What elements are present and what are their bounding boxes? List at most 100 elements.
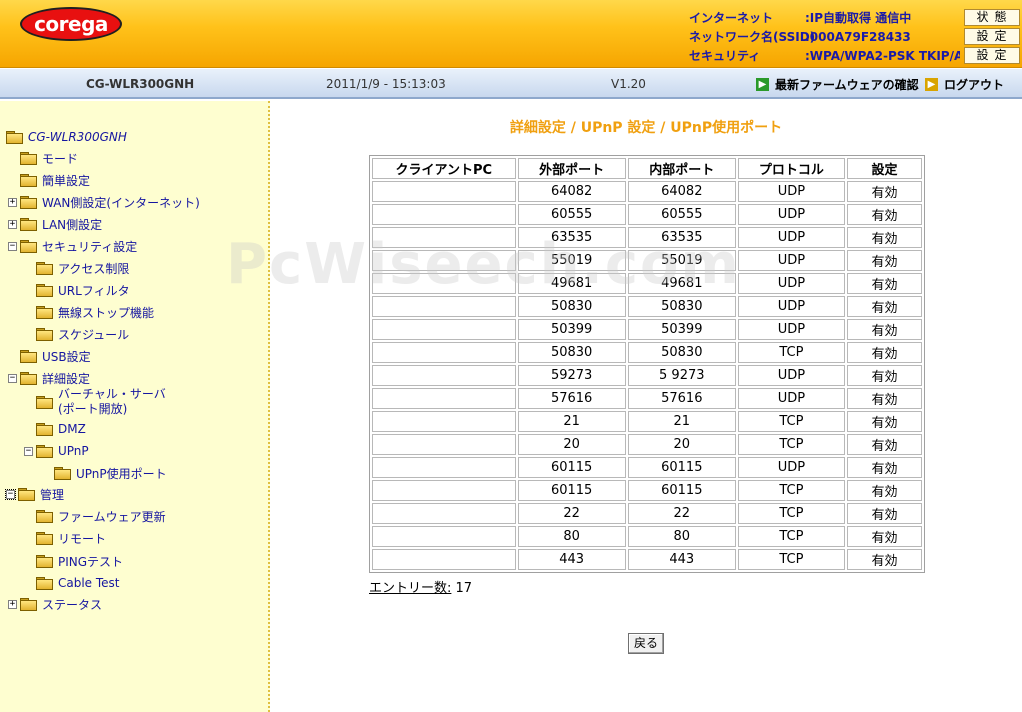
sidebar-item-schedule[interactable]: スケジュール: [36, 325, 129, 343]
sidebar-item-advanced[interactable]: − 詳細設定: [8, 369, 90, 387]
folder-icon: [36, 577, 53, 590]
folder-icon: [36, 262, 53, 275]
cell-protocol: UDP: [737, 227, 845, 248]
cell-setting: 有効: [846, 549, 922, 570]
table-row: 50830 50830 UDP 有効: [372, 296, 922, 317]
folder-icon: [54, 467, 71, 480]
cell-protocol: UDP: [737, 273, 845, 294]
cell-internal-port: 55019: [627, 250, 736, 271]
corega-logo: corega: [20, 7, 122, 41]
cell-external-port: 50399: [517, 319, 626, 340]
table-row: 21 21 TCP 有効: [372, 411, 922, 432]
cell-internal-port: 5 9273: [627, 365, 736, 386]
cell-client-pc: [372, 526, 516, 547]
table-row: 59273 5 9273 UDP 有効: [372, 365, 922, 386]
sidebar-item-wireless-stop[interactable]: 無線ストップ機能: [36, 303, 154, 321]
sidebar-item-easy-setup[interactable]: 簡単設定: [20, 171, 90, 189]
expand-icon[interactable]: +: [8, 599, 17, 609]
folder-open-icon: [36, 445, 53, 458]
security-settings-button[interactable]: 設定: [964, 47, 1020, 64]
internet-status-button[interactable]: 状態: [964, 9, 1020, 26]
cell-external-port: 80: [517, 526, 626, 547]
sidebar-item-usb[interactable]: USB設定: [20, 347, 91, 365]
col-external-port: 外部ポート: [517, 158, 626, 179]
cell-protocol: UDP: [737, 181, 845, 202]
table-row: 60555 60555 UDP 有効: [372, 204, 922, 225]
cell-setting: 有効: [846, 296, 922, 317]
firmware-check-label: 最新ファームウェアの確認: [775, 78, 919, 92]
sidebar-item-firmware-update[interactable]: ファームウェア更新: [36, 507, 166, 525]
collapse-icon[interactable]: −: [8, 373, 17, 383]
cell-client-pc: [372, 434, 516, 455]
sidebar-item-security[interactable]: − セキュリティ設定: [8, 237, 137, 255]
sidebar-item-wan[interactable]: + WAN側設定(インターネット): [8, 193, 200, 211]
sidebar-item-url-filter[interactable]: URLフィルタ: [36, 281, 130, 299]
sidebar-item-virtual-server[interactable]: バーチャル・サーバ (ポート開放): [36, 387, 166, 421]
entry-count: エントリー数: 17: [369, 577, 472, 596]
arrow-right-icon: ▶: [756, 78, 769, 91]
back-button[interactable]: 戻る: [628, 633, 664, 654]
cell-setting: 有効: [846, 181, 922, 202]
cell-client-pc: [372, 549, 516, 570]
table-row: 64082 64082 UDP 有効: [372, 181, 922, 202]
cell-setting: 有効: [846, 411, 922, 432]
sidebar-item-upnp[interactable]: − UPnP: [24, 442, 89, 460]
collapse-icon[interactable]: −: [5, 488, 16, 500]
logo-text: corega: [34, 12, 108, 36]
sidebar-item-remote[interactable]: リモート: [36, 529, 106, 547]
col-internal-port: 内部ポート: [627, 158, 736, 179]
cell-protocol: TCP: [737, 342, 845, 363]
sidebar-item-access-control[interactable]: アクセス制限: [36, 259, 129, 277]
cell-setting: 有効: [846, 526, 922, 547]
cell-external-port: 59273: [517, 365, 626, 386]
sidebar-item-upnp-ports[interactable]: UPnP使用ポート: [54, 464, 167, 482]
page-title: 詳細設定 / UPnP 設定 / UPnP使用ポート: [509, 120, 783, 136]
tree-root-label: CG-WLR300GNH: [28, 130, 127, 144]
table-row: 80 80 TCP 有効: [372, 526, 922, 547]
sidebar-item-label: Cable Test: [58, 576, 120, 590]
cell-setting: 有効: [846, 434, 922, 455]
ssid-settings-button[interactable]: 設定: [964, 28, 1020, 45]
sidebar-item-status[interactable]: + ステータス: [8, 595, 102, 613]
sidebar-item-management[interactable]: − 管理: [5, 485, 64, 503]
cell-protocol: UDP: [737, 388, 845, 409]
sidebar-item-mode[interactable]: モード: [20, 149, 78, 167]
cell-setting: 有効: [846, 273, 922, 294]
cell-setting: 有効: [846, 227, 922, 248]
sidebar-tree: CG-WLR300GNH モード 簡単設定 + WAN側設定(インターネット) …: [0, 101, 270, 712]
folder-icon: [20, 152, 37, 165]
folder-icon: [36, 423, 53, 436]
logout-label: ログアウト: [944, 78, 1005, 92]
entry-count-label: エントリー数:: [369, 581, 452, 596]
collapse-icon[interactable]: −: [8, 241, 17, 251]
folder-open-icon: [20, 372, 37, 385]
sidebar-item-label: 無線ストップ機能: [58, 305, 155, 320]
sidebar-item-cable-test[interactable]: Cable Test: [36, 574, 120, 592]
table-row: 20 20 TCP 有効: [372, 434, 922, 455]
cell-internal-port: 57616: [627, 388, 736, 409]
tree-root[interactable]: CG-WLR300GNH: [6, 128, 127, 146]
upnp-ports-table: クライアントPC 外部ポート 内部ポート プロトコル 設定 64082 64082…: [369, 155, 925, 573]
cell-setting: 有効: [846, 480, 922, 501]
logout-link[interactable]: ▶ ログアウト: [925, 76, 1004, 93]
cell-client-pc: [372, 411, 516, 432]
cell-protocol: TCP: [737, 411, 845, 432]
status-row-internet: インターネット :IP自動取得 通信中: [689, 8, 960, 27]
sidebar-item-label-sub: (ポート開放): [58, 402, 128, 416]
cell-internal-port: 60115: [627, 480, 736, 501]
cell-protocol: UDP: [737, 250, 845, 271]
sidebar-item-lan[interactable]: + LAN側設定: [8, 215, 102, 233]
firmware-check-link[interactable]: ▶ 最新ファームウェアの確認: [756, 76, 919, 93]
sidebar-item-ping-test[interactable]: PINGテスト: [36, 552, 123, 570]
expand-icon[interactable]: +: [8, 219, 17, 229]
cell-setting: 有効: [846, 388, 922, 409]
cell-external-port: 60555: [517, 204, 626, 225]
folder-icon: [20, 174, 37, 187]
expand-icon[interactable]: +: [8, 197, 17, 207]
collapse-icon[interactable]: −: [24, 446, 33, 456]
sidebar-item-dmz[interactable]: DMZ: [36, 420, 86, 438]
table-row: 63535 63535 UDP 有効: [372, 227, 922, 248]
folder-icon: [20, 350, 37, 363]
cell-internal-port: 63535: [627, 227, 736, 248]
cell-setting: 有効: [846, 250, 922, 271]
